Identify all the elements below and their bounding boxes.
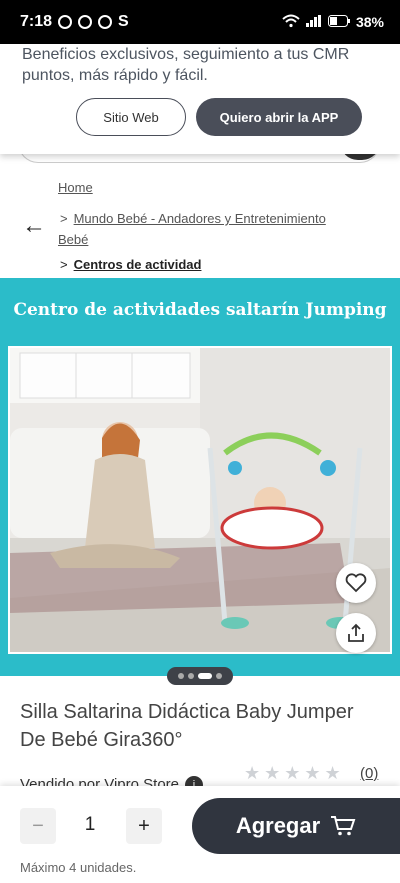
add-to-cart-button[interactable]: Agregar — [192, 798, 400, 854]
back-arrow-icon[interactable]: ← — [22, 212, 46, 240]
cart-icon — [331, 816, 356, 836]
breadcrumb-current-label[interactable]: Centros de actividad — [74, 257, 202, 272]
breadcrumb-home[interactable]: Home — [58, 180, 93, 195]
banner-text: Beneficios exclusivos, seguimiento a tus… — [22, 46, 350, 84]
battery-icon — [327, 14, 350, 30]
status-time: 7:18 — [20, 13, 53, 30]
carousel-dot[interactable] — [216, 673, 222, 679]
open-app-button[interactable]: Quiero abrir la APP — [196, 98, 362, 136]
breadcrumb-separator: > — [60, 211, 68, 226]
breadcrumb-category-label[interactable]: Mundo Bebé - Andadores y Entretenimiento… — [58, 211, 326, 247]
status-left: 7:18 S — [20, 13, 129, 31]
carousel-dot[interactable] — [178, 673, 184, 679]
decrease-quantity-button[interactable]: − — [20, 808, 56, 844]
status-right: 38% — [282, 14, 384, 31]
breadcrumb-current[interactable]: > Centros de actividad — [58, 257, 201, 272]
favorite-button[interactable] — [336, 563, 376, 603]
breadcrumb-separator-2: > — [60, 257, 68, 272]
carousel-indicator[interactable] — [167, 667, 233, 685]
product-image-carousel[interactable]: Centro de actividades saltarín Jumping — [0, 278, 400, 676]
carrier-letter: S — [118, 13, 129, 30]
add-to-cart-label: Agregar — [235, 813, 321, 838]
rating-count[interactable]: (0) — [360, 765, 378, 782]
quantity-value: 1 — [84, 814, 96, 835]
wifi-icon — [282, 14, 300, 31]
product-photo — [8, 346, 392, 654]
hero-title: Centro de actividades saltarín Jumping — [13, 300, 387, 320]
breadcrumb-category[interactable]: > Mundo Bebé - Andadores y Entretenimient… — [58, 208, 358, 250]
share-button[interactable] — [336, 613, 376, 653]
web-site-button[interactable]: Sitio Web — [76, 98, 186, 136]
signal-icon — [305, 14, 322, 30]
alarm-icon — [58, 15, 73, 29]
max-units-note: Máximo 4 unidades. — [20, 860, 137, 875]
purchase-bar: − 1 + Agregar Máximo 4 unidades. — [0, 786, 400, 883]
status-bar: 7:18 S 38% — [0, 0, 400, 44]
rating-stars: ★★★★★ — [244, 763, 345, 783]
breadcrumb: ← Home > Mundo Bebé - Andadores y Entrete… — [0, 170, 400, 278]
carousel-dot[interactable] — [188, 673, 194, 679]
app-promo-banner: Beneficios exclusivos, seguimiento a tus… — [0, 44, 400, 154]
chrome-icon — [98, 15, 113, 29]
carousel-dot[interactable] — [198, 673, 212, 679]
battery-level: 38% — [355, 14, 384, 30]
increase-quantity-button[interactable]: + — [126, 808, 162, 844]
product-title: Silla Saltarina Didáctica Baby Jumper De… — [20, 701, 354, 751]
heart-icon — [345, 573, 367, 593]
whatsapp-icon — [78, 15, 93, 29]
share-icon — [348, 623, 364, 642]
